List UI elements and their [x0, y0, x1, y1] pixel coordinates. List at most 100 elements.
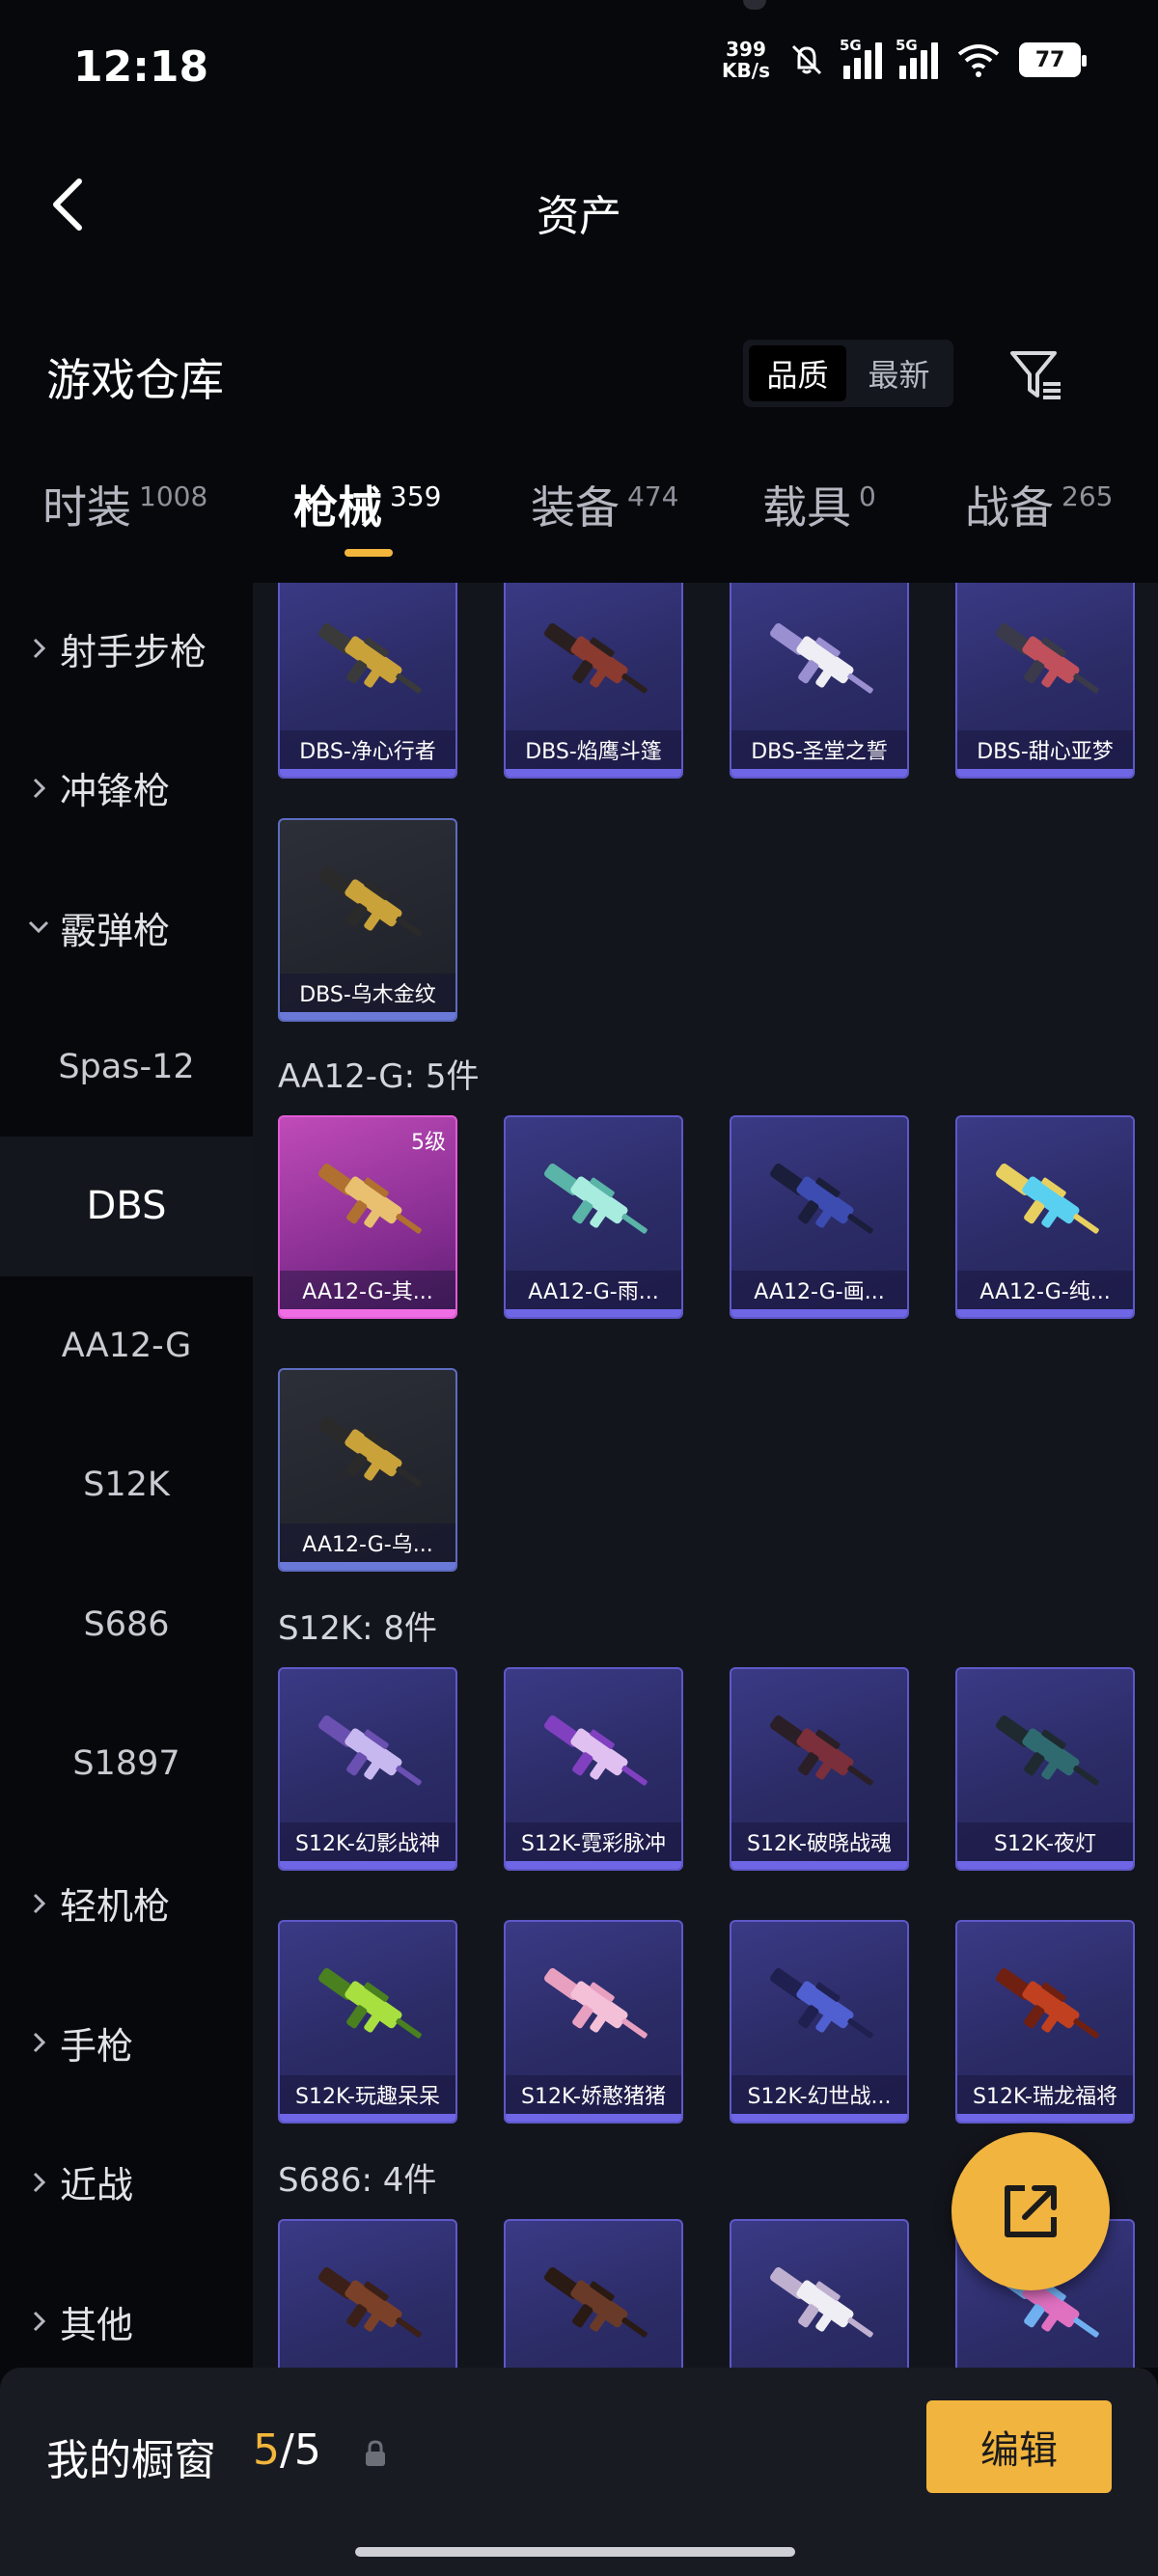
weapon-card[interactable]: DBS-甜心亚梦 — [955, 583, 1135, 779]
sidebar-item-label: S686 — [83, 1604, 170, 1644]
share-button[interactable] — [951, 2132, 1110, 2290]
sort-option-quality[interactable]: 品质 — [749, 345, 846, 401]
chevron-right-icon — [27, 2172, 50, 2193]
weapon-skin-image — [307, 1696, 432, 1812]
sidebar-category-10[interactable]: 手枪 — [0, 1973, 253, 2113]
weapon-skin-image — [984, 1949, 1110, 2065]
page-title: 资产 — [537, 192, 621, 241]
weapon-card[interactable] — [730, 2219, 909, 2368]
sidebar-item-label: 其他 — [60, 2303, 134, 2346]
rarity-bar — [957, 1309, 1133, 1317]
weapon-card[interactable]: AA12-G-纯... — [955, 1115, 1135, 1319]
filter-button[interactable] — [1004, 343, 1067, 406]
weapon-name: DBS-焰鹰斗篷 — [506, 730, 681, 769]
rarity-bar — [280, 1309, 455, 1317]
weapon-card[interactable]: DBS-乌木金纹 — [278, 818, 457, 1022]
chevron-right-icon — [27, 638, 50, 659]
weapon-name: DBS-圣堂之誓 — [731, 730, 907, 769]
weapon-card[interactable]: DBS-焰鹰斗篷 — [504, 583, 683, 779]
weapon-skin-image — [984, 604, 1110, 720]
sidebar-item-label: 轻机枪 — [60, 1885, 171, 1929]
tab-vehicles[interactable]: 载具 0 — [762, 473, 876, 536]
weapon-name: DBS-乌木金纹 — [280, 973, 455, 1012]
sort-option-newest[interactable]: 最新 — [850, 345, 948, 401]
sidebar-subitem-7[interactable]: S686 — [0, 1555, 253, 1695]
weapon-card[interactable] — [504, 2219, 683, 2368]
weapon-card[interactable]: S12K-瑞龙福将 — [955, 1920, 1135, 2124]
status-time: 12:18 — [73, 42, 209, 92]
weapon-card[interactable] — [278, 2219, 457, 2368]
rarity-bar — [731, 2114, 907, 2122]
weapon-skin-image — [533, 2248, 658, 2364]
rarity-bar — [280, 1562, 455, 1570]
weapon-skin-image — [307, 2248, 432, 2364]
share-icon — [1005, 2185, 1057, 2237]
weapon-skin-image — [984, 1696, 1110, 1812]
weapon-name: S12K-霓彩脉冲 — [506, 1822, 681, 1861]
weapon-card[interactable]: AA12-G-雨... — [504, 1115, 683, 1319]
weapon-card[interactable]: AA12-G-乌... — [278, 1368, 457, 1572]
sidebar-category-2[interactable]: 霰弹枪 — [0, 858, 253, 998]
rarity-bar — [280, 1861, 455, 1869]
weapon-card[interactable]: S12K-霓彩脉冲 — [504, 1667, 683, 1871]
weapon-card[interactable]: S12K-娇憨猪猪 — [504, 1920, 683, 2124]
level-badge: 5级 — [411, 1131, 446, 1155]
weapon-skin-image — [758, 604, 884, 720]
sidebar-category-0[interactable]: 射手步枪 — [0, 579, 253, 719]
rarity-bar — [731, 769, 907, 777]
section-title: S12K: 8件 — [278, 1609, 438, 1648]
weapon-card[interactable]: S12K-玩趣呆呆 — [278, 1920, 457, 2124]
sidebar-subitem-3[interactable]: Spas-12 — [0, 998, 253, 1137]
sidebar-item-label: S12K — [83, 1466, 170, 1505]
weapon-card[interactable]: S12K-破晓战魂 — [730, 1667, 909, 1871]
weapon-skin-image — [533, 604, 658, 720]
rarity-bar — [731, 1861, 907, 1869]
weapon-name: S12K-幻世战... — [731, 2075, 907, 2114]
weapon-card[interactable]: 5级 AA12-G-其... — [278, 1115, 457, 1319]
sidebar-subitem-4[interactable]: DBS — [0, 1137, 253, 1276]
weapon-card[interactable]: DBS-净心行者 — [278, 583, 457, 779]
sidebar-item-label: 霰弹枪 — [60, 909, 171, 952]
tab-equipment[interactable]: 装备 474 — [531, 473, 678, 536]
rarity-bar — [506, 2114, 681, 2122]
sidebar-category-11[interactable]: 近战 — [0, 2113, 253, 2253]
weapon-skin-image — [758, 1144, 884, 1260]
sidebar-category-1[interactable]: 冲锋枪 — [0, 719, 253, 859]
rarity-bar — [506, 769, 681, 777]
signal-icon-1: 5G — [840, 37, 882, 79]
edit-showcase-button[interactable]: 编辑 — [926, 2400, 1112, 2493]
weapon-card[interactable]: DBS-圣堂之誓 — [730, 583, 909, 779]
weapon-card[interactable]: S12K-幻世战... — [730, 1920, 909, 2124]
weapon-name: DBS-净心行者 — [280, 730, 455, 769]
sidebar-item-label: 手枪 — [60, 2024, 134, 2068]
showcase-bar: 我的橱窗 5/5 编辑 — [0, 2368, 1158, 2576]
sidebar-subitem-5[interactable]: AA12-G — [0, 1276, 253, 1416]
camera-notch — [743, 0, 766, 10]
weapon-grid: DBS-净心行者 DBS-焰鹰斗篷 DBS-圣堂之誓 DBS-甜心亚梦 DBS-乌木金纹… — [253, 583, 1158, 2368]
page-header: 资产 — [0, 154, 1158, 260]
rarity-bar — [280, 1012, 455, 1020]
sidebar-category-9[interactable]: 轻机枪 — [0, 1834, 253, 1974]
tab-supplies[interactable]: 战备 265 — [965, 473, 1113, 536]
sidebar-subitem-8[interactable]: S1897 — [0, 1694, 253, 1834]
active-tab-indicator — [345, 549, 393, 557]
tab-firearms[interactable]: 枪械 359 — [293, 473, 441, 536]
weapon-skin-image — [307, 1144, 432, 1260]
chevron-right-icon — [27, 2311, 50, 2332]
warehouse-title: 游戏仓库 — [46, 354, 224, 406]
battery-icon: 77 — [1019, 42, 1087, 77]
chevron-right-icon — [27, 778, 50, 799]
weapon-skin-image — [307, 847, 432, 963]
weapon-name: S12K-夜灯 — [957, 1822, 1133, 1861]
weapon-card[interactable]: S12K-幻影战神 — [278, 1667, 457, 1871]
sidebar-item-label: AA12-G — [61, 1326, 192, 1365]
weapon-card[interactable]: S12K-夜灯 — [955, 1667, 1135, 1871]
tab-fashion[interactable]: 时装 1008 — [42, 473, 207, 536]
chevron-right-icon — [27, 1893, 50, 1914]
sidebar-subitem-6[interactable]: S12K — [0, 1415, 253, 1555]
sidebar-item-label: 冲锋枪 — [60, 770, 171, 813]
weapon-skin-image — [758, 1696, 884, 1812]
weapon-card[interactable]: AA12-G-画... — [730, 1115, 909, 1319]
showcase-label: 我的橱窗 — [46, 2436, 216, 2485]
sidebar-item-label: Spas-12 — [58, 1047, 195, 1086]
